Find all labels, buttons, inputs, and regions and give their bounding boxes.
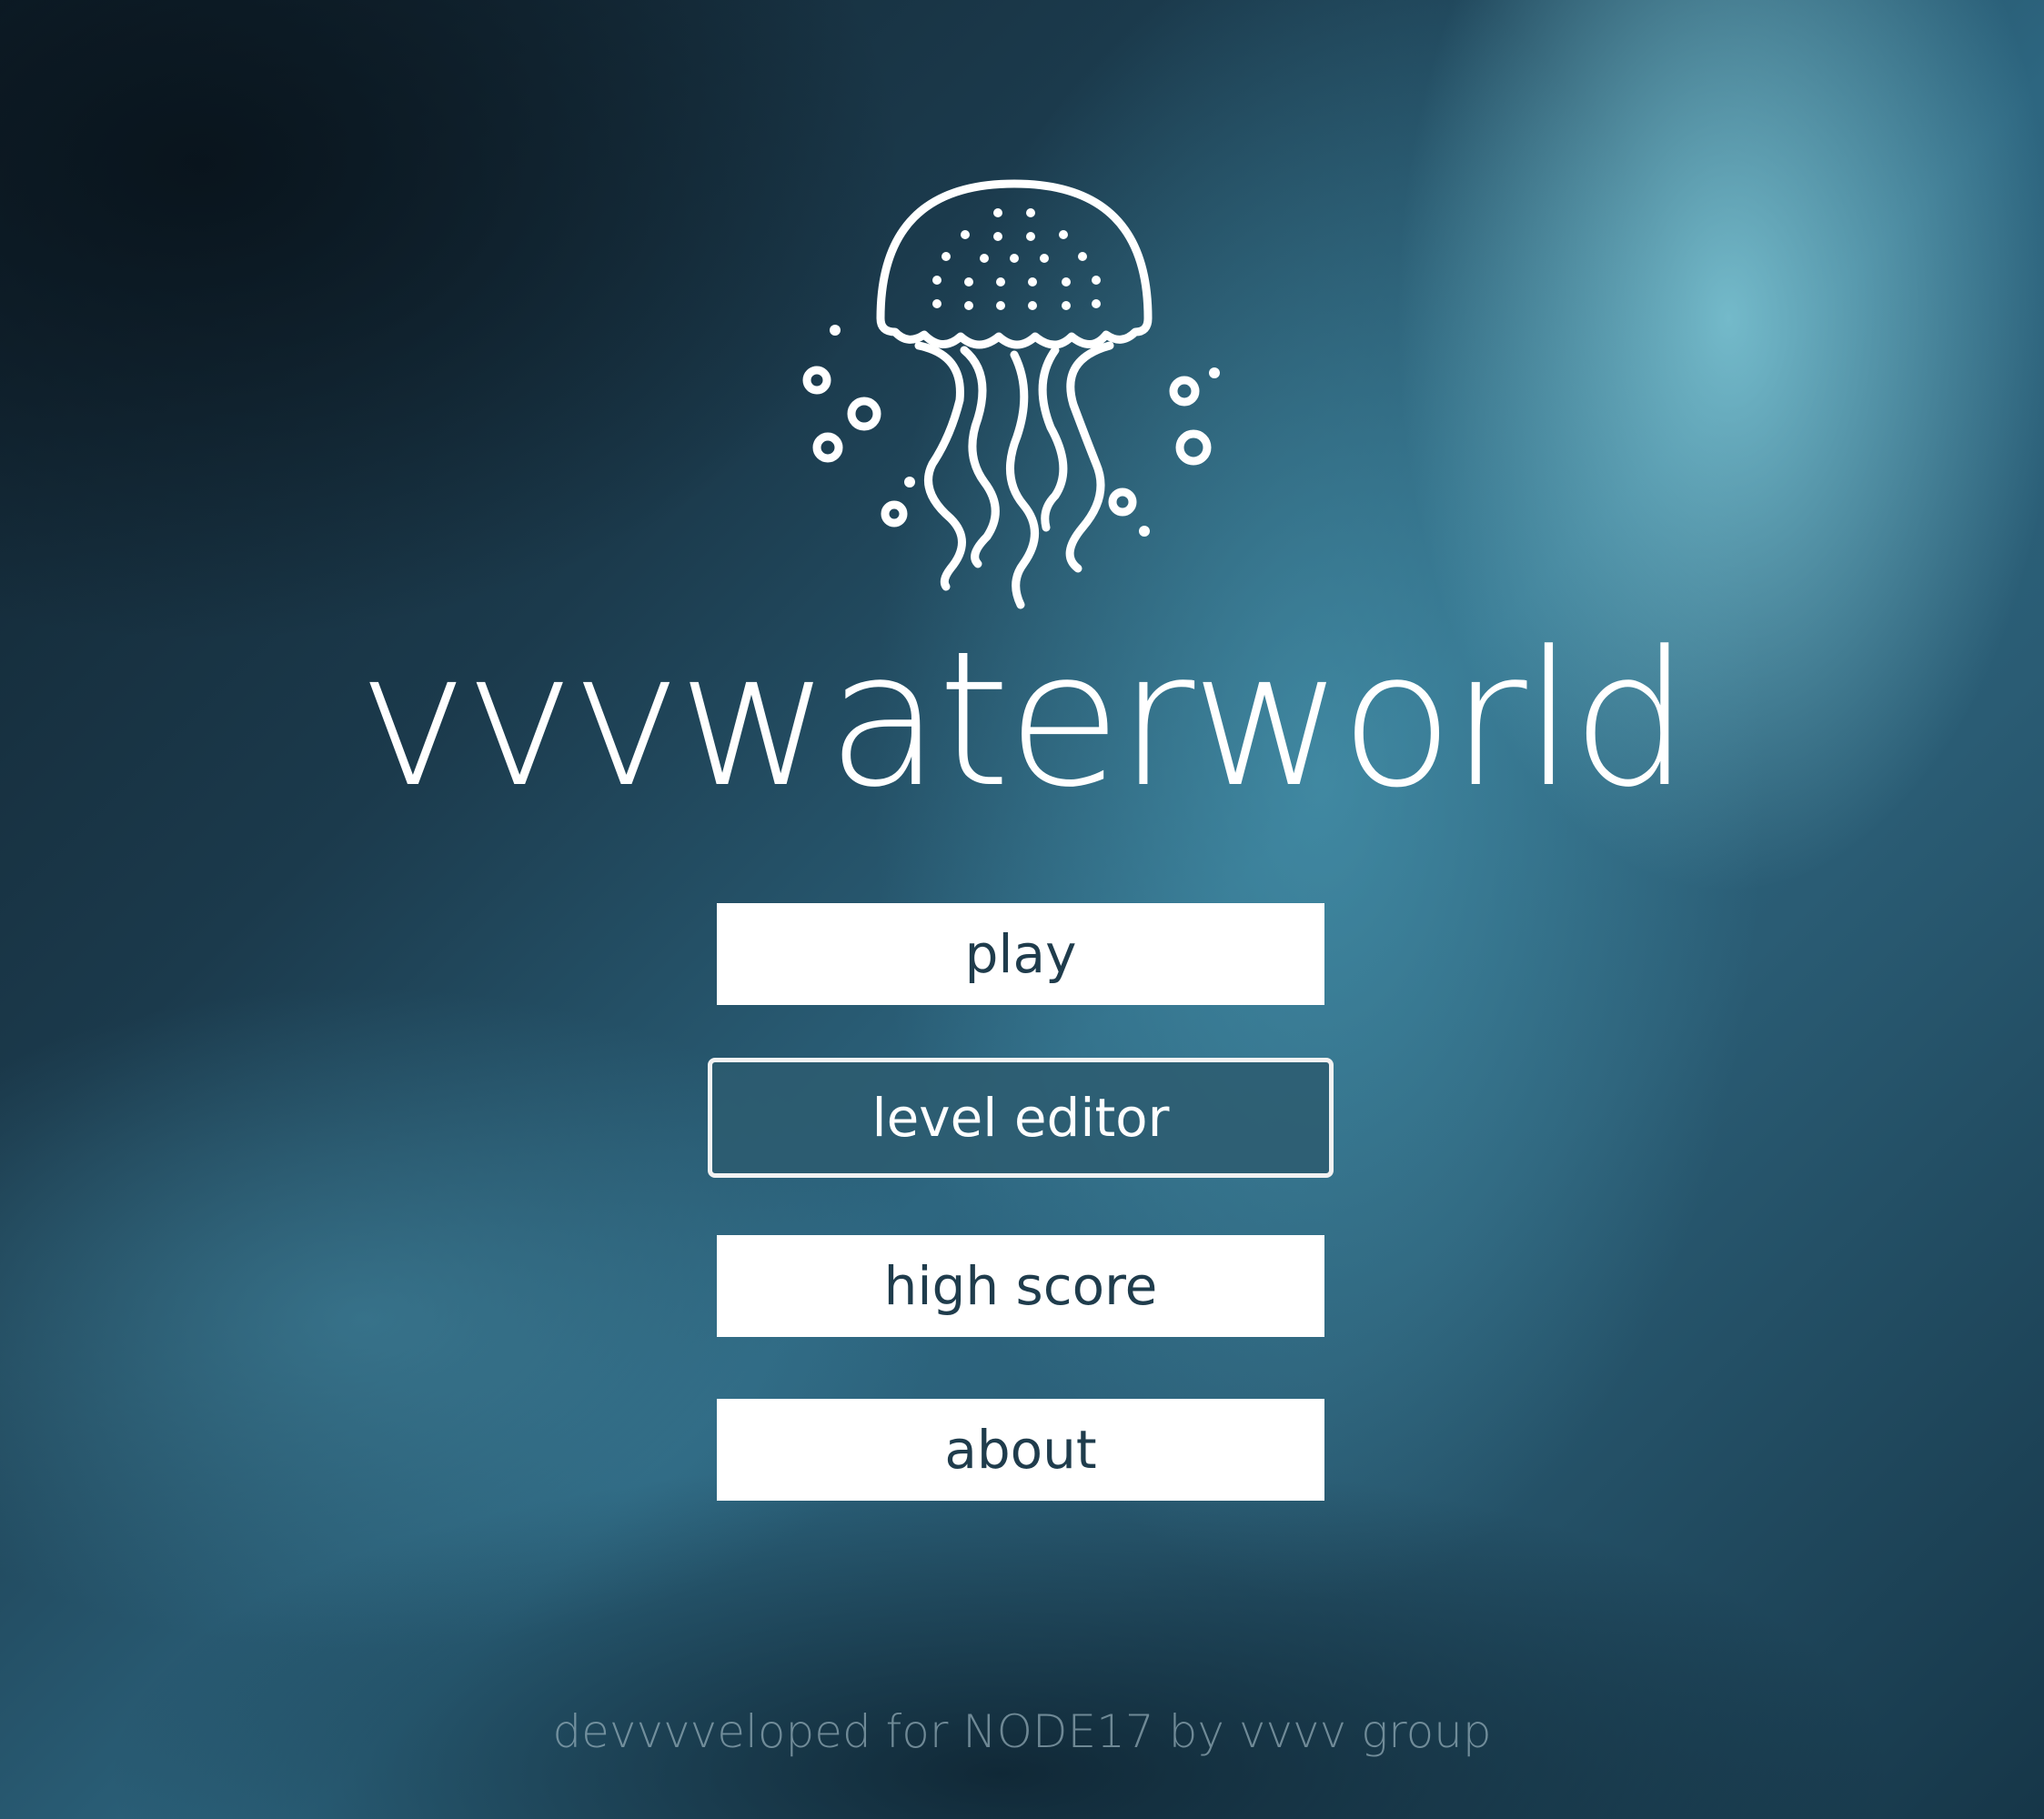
high-score-button[interactable]: high score (717, 1235, 1324, 1337)
level-editor-button[interactable]: level editor (708, 1058, 1334, 1178)
game-title: vvvwaterworld (357, 612, 1689, 829)
jellyfish-icon (802, 179, 1220, 609)
credits-footer: devvvveloped for NODE17 by vvvv group (552, 1705, 1492, 1758)
play-button[interactable]: play (717, 903, 1324, 1005)
about-button[interactable]: about (717, 1399, 1324, 1501)
